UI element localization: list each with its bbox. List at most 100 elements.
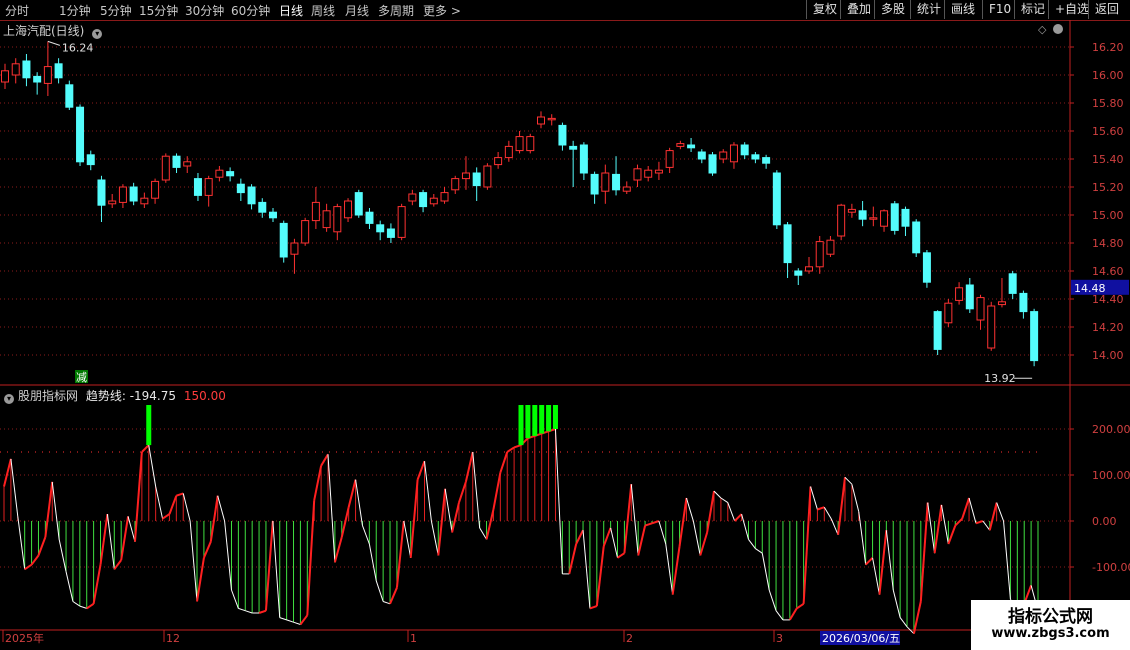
- trend-line-segment: [768, 589, 777, 611]
- chevron-down-icon[interactable]: ▾: [92, 29, 103, 39]
- trend-line-segment: [864, 557, 874, 566]
- candle-body: [215, 169, 224, 178]
- trend-line-segment: [837, 477, 846, 535]
- trend-line-segment: [589, 605, 598, 610]
- price-tick-label: 14.40: [1092, 293, 1124, 306]
- candle-body: [579, 144, 588, 174]
- trend-line-segment: [630, 484, 639, 556]
- candle-body: [161, 155, 170, 181]
- trend-line-segment: [37, 536, 47, 556]
- trend-line-segment: [120, 516, 130, 561]
- watermark-url: www.zbgs3.com: [991, 626, 1110, 641]
- trend-line-segment: [86, 602, 95, 610]
- candle-body: [547, 117, 556, 121]
- low-price-label: 13.92: [984, 372, 1016, 385]
- candle-body: [922, 252, 931, 283]
- trend-line-segment: [575, 529, 584, 545]
- trend-line-segment: [196, 557, 205, 602]
- trend-line-segment: [65, 571, 74, 602]
- chart-canvas[interactable]: 14.00 14.20 14.40 14.60 14.80 15.00 15.20 15.40…: [0, 0, 1130, 650]
- candle-body: [697, 151, 706, 160]
- trend-line-segment: [464, 451, 474, 483]
- trend-line-segment: [106, 514, 115, 570]
- trend-line-segment: [941, 504, 949, 545]
- trend-line-segment: [133, 451, 143, 542]
- trend-line-segment: [485, 509, 495, 540]
- signal-bar: [518, 405, 524, 446]
- candle-body: [76, 106, 85, 163]
- signal-bar: [532, 405, 538, 436]
- trend-line-segment: [127, 516, 136, 542]
- candle-body: [569, 145, 578, 150]
- trend-line-segment: [513, 444, 522, 449]
- candle-body: [269, 211, 277, 219]
- candle-body: [258, 201, 267, 213]
- trend-line-segment: [665, 543, 674, 595]
- candle-body: [676, 143, 685, 147]
- current-price-label: 14.48: [1074, 282, 1106, 295]
- chevron-down-icon[interactable]: ▾: [4, 394, 14, 404]
- candle-body: [805, 266, 813, 272]
- candle-body: [526, 136, 535, 152]
- trend-line-segment: [912, 601, 922, 634]
- trend-line-segment: [492, 472, 502, 510]
- candle-body: [890, 203, 899, 231]
- candle-body: [183, 161, 192, 167]
- trend-line-segment: [389, 587, 398, 605]
- candle-body: [729, 144, 738, 163]
- signal-bar: [546, 405, 552, 432]
- trend-line-segment: [258, 609, 267, 614]
- trend-line-segment: [51, 481, 60, 540]
- candle-body: [301, 220, 310, 244]
- candle-body: [665, 150, 674, 168]
- trend-line-segment: [148, 445, 157, 487]
- trend-line-segment: [554, 428, 563, 574]
- price-tick-label: 14.60: [1092, 265, 1124, 278]
- trend-line-segment: [602, 527, 612, 547]
- trend-line-segment: [616, 552, 625, 559]
- trend-line-segment: [3, 458, 12, 487]
- trend-line-segment: [231, 589, 239, 609]
- trend-line-segment: [299, 614, 309, 626]
- candle-body: [236, 183, 245, 194]
- trend-line-segment: [24, 563, 33, 571]
- trend-line-segment: [961, 497, 971, 520]
- candle-body: [772, 172, 781, 226]
- candle-body: [847, 208, 856, 213]
- watermark: 指标公式网 www.zbgs3.com: [971, 600, 1130, 650]
- trend-line-segment: [727, 502, 736, 522]
- candle-body: [633, 168, 642, 181]
- candle-body: [247, 186, 256, 205]
- signal-bar: [146, 405, 152, 446]
- trend-line-segment: [678, 497, 688, 547]
- trend-line-segment: [851, 484, 860, 512]
- trend-line-segment: [892, 589, 901, 618]
- price-tick-label: 15.20: [1092, 181, 1124, 194]
- high-price-label: 16.24: [62, 41, 94, 54]
- trend-line-segment: [189, 520, 198, 602]
- candle-body: [311, 201, 320, 222]
- candle-body: [33, 75, 42, 83]
- candle-body: [129, 186, 138, 202]
- candle-body: [419, 192, 428, 208]
- trend-line-segment: [293, 621, 301, 625]
- trend-line-segment: [333, 536, 343, 563]
- price-tick-label: 15.60: [1092, 125, 1124, 138]
- candle-body: [290, 242, 299, 255]
- reduce-marker: 减: [76, 371, 87, 384]
- trend-line-segment: [403, 520, 412, 558]
- trend-line-segment: [472, 451, 481, 528]
- trend-line-segment: [437, 488, 447, 556]
- price-tick-label: 16.20: [1092, 41, 1124, 54]
- candle-body: [429, 197, 438, 205]
- trend-line-segment: [272, 520, 281, 618]
- candle-body: [880, 210, 889, 227]
- candle-body: [751, 154, 760, 160]
- candle-body: [601, 172, 610, 192]
- candle-body: [472, 172, 481, 187]
- trend-line-segment: [382, 601, 391, 605]
- trend-line-segment: [933, 504, 943, 554]
- trend-line-segment: [176, 492, 184, 497]
- date-label: 1: [410, 632, 417, 645]
- date-label: 2: [626, 632, 633, 645]
